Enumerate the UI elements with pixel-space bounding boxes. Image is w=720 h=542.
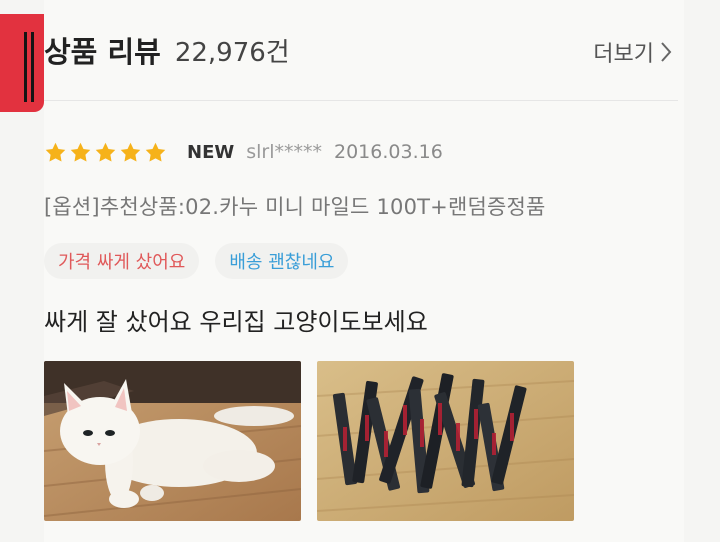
star-icon	[119, 141, 142, 164]
tag-price[interactable]: 가격 싸게 샀어요	[44, 243, 200, 279]
coffee-sticks-photo[interactable]	[317, 361, 574, 521]
review-meta: NEW slrl***** 2016.03.16	[44, 137, 664, 167]
chevron-right-icon	[660, 40, 672, 64]
review-count: 22,976건	[174, 37, 290, 68]
star-icon	[144, 141, 167, 164]
reviewer-id: slrl*****	[246, 141, 322, 163]
review-text: 싸게 잘 샀어요 우리집 고양이도보세요	[44, 308, 428, 336]
divider	[44, 100, 678, 101]
white-cat-photo[interactable]	[44, 361, 301, 521]
star-icon	[94, 141, 117, 164]
section-title: 상품 리뷰	[44, 35, 161, 69]
star-icon	[69, 141, 92, 164]
purchase-option: [옵션]추천상품:02.카누 미니 마일드 100T+랜덤증정품	[44, 195, 546, 219]
new-badge: NEW	[187, 141, 235, 163]
star-icon	[44, 141, 67, 164]
review-date: 2016.03.16	[334, 141, 443, 163]
review-tags: 가격 싸게 샀어요 배송 괜찮네요	[44, 243, 349, 279]
review-header: 상품 리뷰 22,976건 더보기	[44, 28, 674, 72]
more-label: 더보기	[593, 42, 654, 67]
screen: 상품 리뷰 22,976건 더보기 NEW slrl***** 2016.03.…	[0, 0, 720, 542]
side-accent-bar	[0, 14, 44, 112]
tag-delivery[interactable]: 배송 괜찮네요	[215, 243, 349, 279]
more-link[interactable]: 더보기	[593, 36, 672, 68]
review-photos	[44, 361, 574, 521]
star-rating	[44, 141, 167, 164]
review-panel: 상품 리뷰 22,976건 더보기 NEW slrl***** 2016.03.…	[44, 0, 684, 542]
